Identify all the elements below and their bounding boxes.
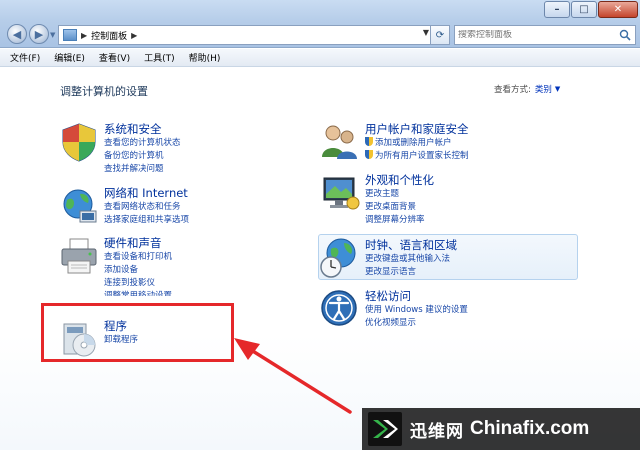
minimize-button[interactable]: – — [544, 1, 570, 18]
close-button[interactable]: ✕ — [598, 1, 638, 18]
chevron-down-icon[interactable]: ▼ — [555, 85, 560, 93]
recent-pages-icon[interactable]: ▼ — [50, 31, 55, 39]
uac-shield-icon — [365, 137, 373, 146]
forward-button[interactable]: ▶ — [29, 24, 49, 44]
address-dropdown-icon[interactable]: ▼ — [423, 28, 429, 37]
window-titlebar: – □ ✕ ◀ ▶ ▼ ▶ 控制面板 ▶ ▼ ⟳ — [0, 0, 640, 48]
category-title[interactable]: 时钟、语言和区域 — [365, 237, 457, 253]
link-screen-resolution[interactable]: 调整屏幕分辨率 — [365, 214, 425, 227]
category-title[interactable]: 用户帐户和家庭安全 — [365, 121, 469, 137]
search-icon[interactable] — [619, 29, 631, 41]
category-title[interactable]: 硬件和声音 — [104, 235, 162, 251]
link-mobility-settings[interactable]: 调整常用移动设置 — [104, 290, 172, 296]
menu-edit[interactable]: 编辑(E) — [52, 50, 87, 65]
chinafix-logo-icon — [373, 420, 398, 438]
search-box[interactable] — [454, 25, 636, 45]
breadcrumb-separator-icon[interactable]: ▶ — [131, 31, 137, 40]
refresh-button[interactable]: ⟳ — [430, 25, 450, 45]
view-by-selector[interactable]: 查看方式: 类别 ▼ — [494, 83, 560, 95]
view-by-value[interactable]: 类别 — [535, 83, 552, 95]
breadcrumb-separator-icon[interactable]: ▶ — [81, 31, 87, 40]
back-button[interactable]: ◀ — [7, 24, 27, 44]
shield-icon — [62, 123, 96, 162]
red-annotation-box — [41, 303, 234, 362]
address-bar[interactable]: ▶ 控制面板 ▶ ▼ — [58, 25, 434, 45]
watermark-brand: 迅维网 — [410, 421, 464, 442]
printer-icon — [61, 238, 97, 274]
link-troubleshoot[interactable]: 查找并解决问题 — [104, 163, 181, 176]
page-title: 调整计算机的设置 — [60, 85, 148, 98]
watermark-site: Chinafix.com — [470, 418, 590, 439]
category-title[interactable]: 网络和 Internet — [104, 185, 188, 201]
network-globe-icon — [63, 189, 97, 223]
link-network-status[interactable]: 查看网络状态和任务 — [104, 201, 189, 214]
appearance-icon — [323, 177, 360, 210]
link-parental-controls[interactable]: 为所有用户设置家长控制 — [365, 150, 469, 163]
link-desktop-background[interactable]: 更改桌面背景 — [365, 201, 425, 214]
link-add-device[interactable]: 添加设备 — [104, 264, 172, 277]
link-add-remove-accounts[interactable]: 添加或删除用户帐户 — [365, 137, 469, 150]
menu-file[interactable]: 文件(F) — [8, 50, 42, 65]
menu-view[interactable]: 查看(V) — [97, 50, 132, 65]
link-view-computer-status[interactable]: 查看您的计算机状态 — [104, 137, 181, 150]
link-connect-projector[interactable]: 连接到投影仪 — [104, 277, 172, 290]
maximize-button[interactable]: □ — [571, 1, 597, 18]
control-panel-small-icon — [63, 29, 77, 41]
link-text[interactable]: 为所有用户设置家长控制 — [375, 151, 469, 161]
ease-of-access-icon — [321, 290, 357, 326]
users-icon — [322, 125, 357, 159]
link-backup-computer[interactable]: 备份您的计算机 — [104, 150, 181, 163]
menu-bar: 文件(F) 编辑(E) 查看(V) 工具(T) 帮助(H) — [0, 49, 640, 67]
category-title[interactable]: 轻松访问 — [365, 288, 411, 304]
link-text[interactable]: 添加或删除用户帐户 — [375, 138, 452, 148]
red-arrow-icon — [234, 338, 352, 414]
breadcrumb-control-panel[interactable]: 控制面板 — [91, 29, 127, 42]
menu-help[interactable]: 帮助(H) — [187, 50, 223, 65]
link-change-theme[interactable]: 更改主题 — [365, 188, 425, 201]
watermark-banner: 迅维网 Chinafix.com — [362, 408, 640, 450]
link-change-keyboard[interactable]: 更改键盘或其他输入法 — [365, 253, 450, 266]
category-title[interactable]: 系统和安全 — [104, 121, 162, 137]
menu-tools[interactable]: 工具(T) — [142, 50, 177, 65]
watermark-logo — [368, 412, 402, 446]
search-input[interactable] — [458, 30, 616, 40]
link-optimize-display[interactable]: 优化视频显示 — [365, 317, 468, 330]
view-by-label: 查看方式: — [494, 85, 531, 95]
refresh-icon: ⟳ — [435, 29, 445, 41]
clock-globe-icon — [320, 238, 356, 278]
uac-shield-icon — [365, 150, 373, 159]
link-homegroup-sharing[interactable]: 选择家庭组和共享选项 — [104, 214, 189, 227]
link-display-language[interactable]: 更改显示语言 — [365, 266, 450, 279]
link-windows-suggested-settings[interactable]: 使用 Windows 建议的设置 — [365, 304, 468, 317]
link-devices-printers[interactable]: 查看设备和打印机 — [104, 251, 172, 264]
window-controls: – □ ✕ — [543, 1, 638, 18]
category-title[interactable]: 外观和个性化 — [365, 172, 434, 188]
